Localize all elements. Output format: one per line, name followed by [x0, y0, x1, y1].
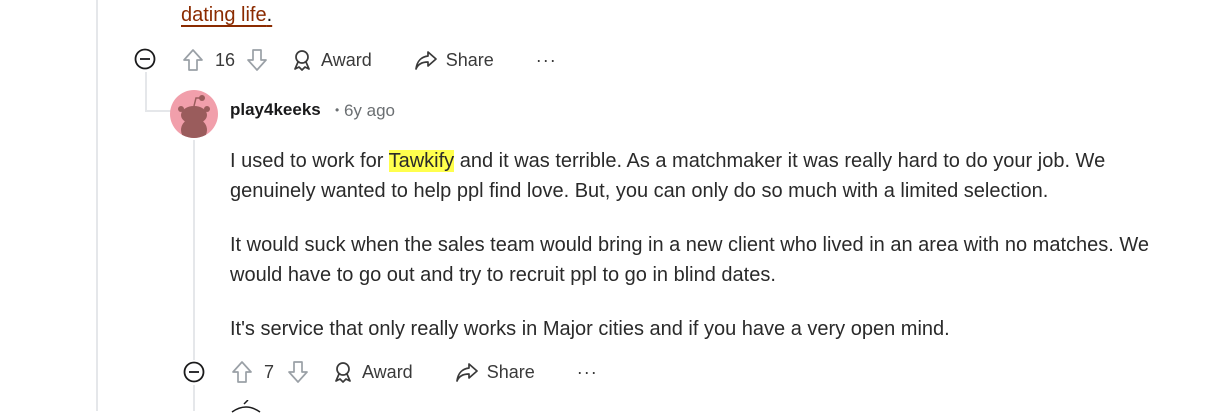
upvote-icon[interactable]: [181, 48, 205, 72]
next-comment-avatar: [228, 400, 264, 420]
upvote-icon[interactable]: [230, 360, 254, 384]
vote-count: 16: [215, 49, 236, 70]
comment-paragraph-1: I used to work for Tawkify and it was te…: [230, 146, 1190, 206]
avatar[interactable]: [170, 90, 218, 138]
comment-meta: • 6y ago: [335, 101, 395, 121]
share-icon: [455, 363, 478, 382]
award-label: Award: [321, 49, 372, 70]
award-icon: [335, 362, 351, 383]
thread-line-comment-lower: [193, 385, 195, 411]
dating-life-link[interactable]: dating life: [181, 4, 267, 26]
collapse-minus-icon: [134, 48, 156, 70]
more-options-button[interactable]: ···: [577, 362, 598, 383]
collapse-minus-icon: [183, 361, 205, 383]
downvote-icon[interactable]: [286, 360, 310, 384]
award-label: Award: [362, 361, 413, 382]
parent-collapse-button[interactable]: [134, 48, 156, 70]
search-highlight: Tawkify: [388, 150, 455, 172]
award-button[interactable]: Award: [332, 361, 413, 383]
downvote-icon[interactable]: [245, 48, 269, 72]
comment-paragraph-3: It's service that only really works in M…: [230, 318, 950, 340]
parent-action-bar: 16 Award Share ···: [181, 44, 557, 76]
share-button[interactable]: Share: [414, 49, 494, 71]
link-trailing-text: .: [266, 4, 273, 26]
award-button[interactable]: Award: [291, 49, 372, 71]
more-options-button[interactable]: ···: [536, 50, 557, 71]
meta-separator: •: [335, 103, 340, 117]
snoo-avatar-icon: [231, 400, 261, 413]
share-icon: [414, 51, 437, 70]
award-icon: [294, 50, 310, 71]
share-button[interactable]: Share: [455, 361, 535, 383]
comment-body: I used to work for Tawkify and it was te…: [230, 146, 1190, 368]
thread-line-comment: [193, 140, 195, 360]
thread-branch: [145, 110, 171, 112]
comment-action-bar: 7 Award Share ···: [230, 356, 598, 388]
parent-comment-text: dating life.: [181, 4, 272, 27]
thread-line-parent: [145, 72, 147, 112]
snoo-avatar-icon: [178, 95, 210, 138]
paragraph-text: I used to work for: [230, 150, 389, 172]
share-label: Share: [486, 361, 535, 382]
vote-count: 7: [264, 361, 275, 382]
comment-author[interactable]: play4keeks: [230, 100, 321, 120]
comment-time: 6y ago: [343, 101, 395, 120]
comment-paragraph-2: It would suck when the sales team would …: [230, 234, 1150, 286]
share-label: Share: [445, 49, 494, 70]
thread-line-outer: [96, 0, 98, 411]
comment-collapse-button[interactable]: [183, 361, 205, 383]
